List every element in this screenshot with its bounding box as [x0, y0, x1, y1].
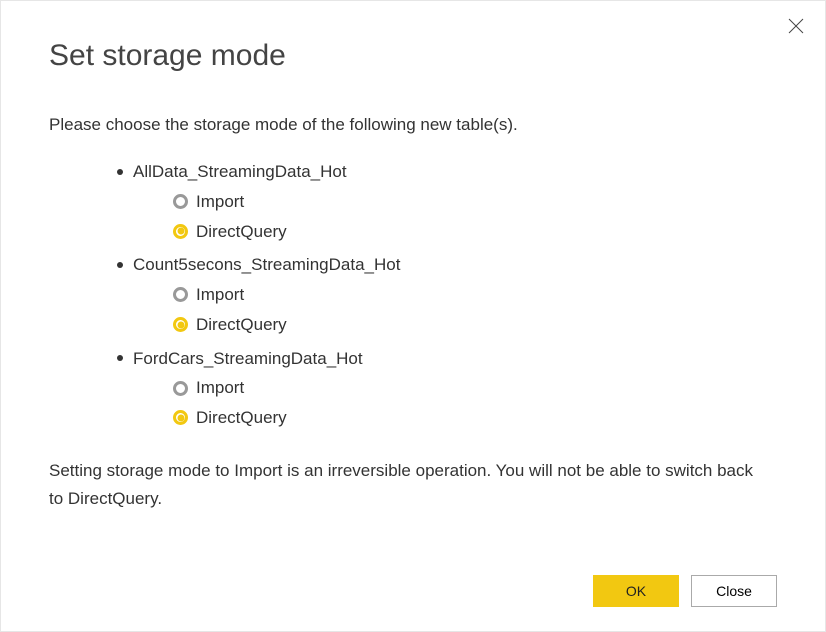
options-list: Import DirectQuery [173, 373, 777, 433]
dialog-footer: OK Close [593, 575, 777, 607]
table-name: Count5secons_StreamingData_Hot [133, 250, 400, 280]
radio-icon [173, 317, 188, 332]
table-item: FordCars_StreamingData_Hot Import Direct… [117, 344, 777, 433]
tables-list: AllData_StreamingData_Hot Import DirectQ… [117, 157, 777, 433]
table-name: FordCars_StreamingData_Hot [133, 344, 363, 374]
radio-icon [173, 410, 188, 425]
bullet-icon [117, 262, 123, 268]
table-name-row: Count5secons_StreamingData_Hot [117, 250, 777, 280]
dialog-intro: Please choose the storage mode of the fo… [49, 115, 777, 135]
table-name-row: FordCars_StreamingData_Hot [117, 344, 777, 374]
table-name: AllData_StreamingData_Hot [133, 157, 347, 187]
table-item: AllData_StreamingData_Hot Import DirectQ… [117, 157, 777, 246]
option-label: DirectQuery [196, 310, 287, 340]
table-item: Count5secons_StreamingData_Hot Import Di… [117, 250, 777, 339]
option-directquery[interactable]: DirectQuery [173, 403, 777, 433]
radio-icon [173, 224, 188, 239]
option-import[interactable]: Import [173, 280, 777, 310]
warning-text: Setting storage mode to Import is an irr… [49, 457, 769, 513]
option-label: Import [196, 280, 244, 310]
option-label: DirectQuery [196, 403, 287, 433]
set-storage-mode-dialog: Set storage mode Please choose the stora… [0, 0, 826, 632]
bullet-icon [117, 355, 123, 361]
option-directquery[interactable]: DirectQuery [173, 310, 777, 340]
bullet-icon [117, 169, 123, 175]
close-icon[interactable] [785, 15, 807, 37]
options-list: Import DirectQuery [173, 187, 777, 247]
option-label: Import [196, 187, 244, 217]
option-label: Import [196, 373, 244, 403]
option-label: DirectQuery [196, 217, 287, 247]
table-name-row: AllData_StreamingData_Hot [117, 157, 777, 187]
dialog-title: Set storage mode [49, 39, 777, 73]
radio-icon [173, 194, 188, 209]
ok-button[interactable]: OK [593, 575, 679, 607]
option-import[interactable]: Import [173, 187, 777, 217]
option-directquery[interactable]: DirectQuery [173, 217, 777, 247]
radio-icon [173, 287, 188, 302]
options-list: Import DirectQuery [173, 280, 777, 340]
close-button[interactable]: Close [691, 575, 777, 607]
radio-icon [173, 381, 188, 396]
option-import[interactable]: Import [173, 373, 777, 403]
